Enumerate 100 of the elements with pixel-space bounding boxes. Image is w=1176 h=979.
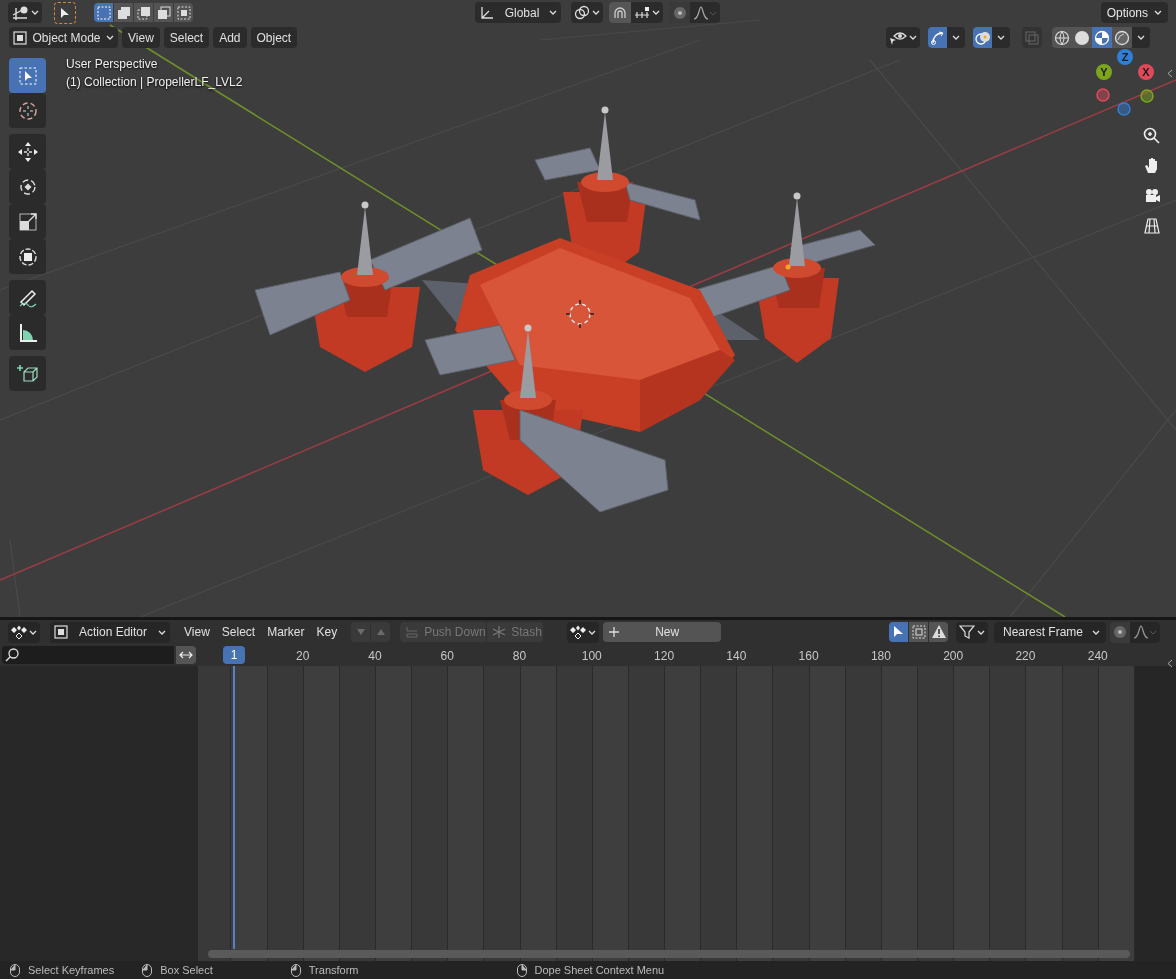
falloff-curve-icon: [693, 5, 717, 20]
selection-mode-button[interactable]: [174, 3, 193, 22]
axis-label[interactable]: Y: [1096, 64, 1112, 80]
mouse-left-icon: [10, 963, 20, 977]
frame-number: 100: [580, 648, 603, 665]
editor-type-button[interactable]: [8, 621, 40, 643]
select-intersect-icon: [175, 4, 192, 21]
increment-icon: [634, 5, 650, 20]
orientation-axes-icon: [479, 4, 495, 21]
active-tool-button[interactable]: [54, 1, 76, 24]
dropdown-label: Global: [503, 4, 541, 22]
menu-item[interactable]: Add: [213, 27, 247, 48]
selection-mode-button[interactable]: [94, 3, 113, 22]
shading-mode-button[interactable]: [1072, 27, 1092, 48]
xray-squares-icon: [1025, 30, 1039, 45]
action-mode-icon: [54, 625, 68, 639]
shading-mode-button[interactable]: [1112, 27, 1132, 48]
axis-label[interactable]: X: [1138, 64, 1154, 80]
origin-dot: [785, 264, 791, 270]
add-cube-icon: [16, 362, 39, 385]
visibility-dropdown[interactable]: [886, 27, 920, 48]
menu-item[interactable]: View: [178, 621, 216, 643]
gizmo-arrow-icon: [929, 29, 946, 46]
shading-mode-button[interactable]: [1052, 27, 1072, 48]
frame-number: 180: [869, 648, 892, 665]
frame-number: 200: [942, 648, 965, 665]
tool-button[interactable]: [9, 315, 46, 350]
snap-toggle[interactable]: [609, 2, 631, 23]
active-object-text: (1) Collection | PropellerLF_LVL2: [66, 74, 243, 91]
tool-button[interactable]: [9, 239, 46, 274]
selection-mode-button[interactable]: [134, 3, 153, 22]
proportional-editing-toggle[interactable]: [1110, 621, 1130, 643]
filter-toggle[interactable]: [909, 622, 928, 642]
target-circle-icon: [672, 5, 687, 20]
options-dropdown[interactable]: Options: [1100, 2, 1168, 23]
snowflake-icon: [491, 625, 508, 639]
tool-button[interactable]: [9, 356, 46, 391]
action-browse-dropdown[interactable]: [567, 621, 600, 643]
overlay-circles-icon: [974, 29, 991, 46]
new-action-button[interactable]: New: [603, 622, 722, 642]
dropdown-label: Object Mode: [32, 29, 101, 47]
caret-icon: [1092, 628, 1100, 636]
action-keyframes-icon: [570, 625, 587, 639]
caret-icon: [588, 628, 597, 636]
cursor-arrow-icon: [60, 6, 70, 19]
status-hint: Transform: [308, 962, 359, 978]
editor-type-button[interactable]: [8, 2, 42, 23]
search-icon: [5, 648, 19, 662]
tool-button[interactable]: [9, 280, 46, 315]
scale-box-icon: [16, 210, 39, 233]
object-mode-icon: [13, 30, 27, 45]
menu-item[interactable]: Object: [250, 27, 298, 48]
mode-dropdown[interactable]: Object Mode: [9, 27, 118, 48]
tool-button[interactable]: [9, 134, 46, 169]
select-difference-icon: [155, 4, 172, 21]
current-frame-indicator[interactable]: 1: [223, 646, 245, 664]
menu-item[interactable]: Marker: [261, 621, 311, 643]
filter-toggle[interactable]: [929, 622, 948, 642]
caret-icon: [31, 9, 39, 16]
frame-number: 40: [367, 648, 383, 665]
status-hint: Dope Sheet Context Menu: [534, 962, 665, 978]
menu-item[interactable]: Key: [310, 621, 344, 643]
selection-mode-button[interactable]: [114, 3, 133, 22]
axis-label[interactable]: Z: [1117, 49, 1133, 65]
funnel-icon: [959, 624, 975, 640]
filters-dropdown[interactable]: [956, 621, 988, 643]
shading-mode-button[interactable]: [1092, 27, 1112, 48]
wireframe-sphere-icon: [1054, 29, 1070, 46]
material-sphere-icon: [1094, 29, 1110, 46]
view-name-text: User Perspective: [66, 56, 159, 73]
axes-icon: [11, 4, 29, 21]
caret-icon: [952, 34, 960, 41]
caret-icon: [158, 628, 166, 636]
caret-icon: [29, 628, 37, 636]
mouse-drag-icon: [290, 963, 301, 977]
frame-number: 160: [797, 648, 820, 665]
filter-toggle[interactable]: [889, 622, 908, 642]
frame-number: 240: [1086, 648, 1109, 665]
caret-icon: [997, 34, 1005, 41]
status-hint: Select Keyframes: [28, 962, 115, 978]
pivot-point-dropdown[interactable]: [571, 2, 603, 23]
navigation-button[interactable]: [1142, 216, 1162, 236]
search-field[interactable]: [2, 646, 175, 664]
frame-number: 60: [439, 648, 455, 665]
navigation-button[interactable]: [1142, 126, 1162, 146]
auto-snap-dropdown[interactable]: Nearest Frame: [994, 621, 1106, 643]
editor-mode-dropdown[interactable]: Action Editor: [50, 621, 170, 643]
menu-item[interactable]: Select: [215, 621, 262, 643]
xray-toggle[interactable]: [1022, 27, 1042, 48]
gizmo-toggle[interactable]: [928, 27, 947, 48]
menu-item[interactable]: Select: [163, 27, 210, 48]
3d-cursor-icon: [565, 299, 595, 329]
overlay-toggle[interactable]: [973, 27, 992, 48]
selection-mode-button[interactable]: [154, 3, 173, 22]
menu-item[interactable]: View: [122, 27, 160, 48]
axis-negative-dot: [1140, 89, 1154, 103]
swap-filter-button[interactable]: [176, 646, 196, 664]
frame-number: 20: [294, 648, 311, 665]
horizontal-scrollbar[interactable]: [208, 950, 1130, 958]
transform-orientation-dropdown[interactable]: Global: [475, 2, 561, 23]
